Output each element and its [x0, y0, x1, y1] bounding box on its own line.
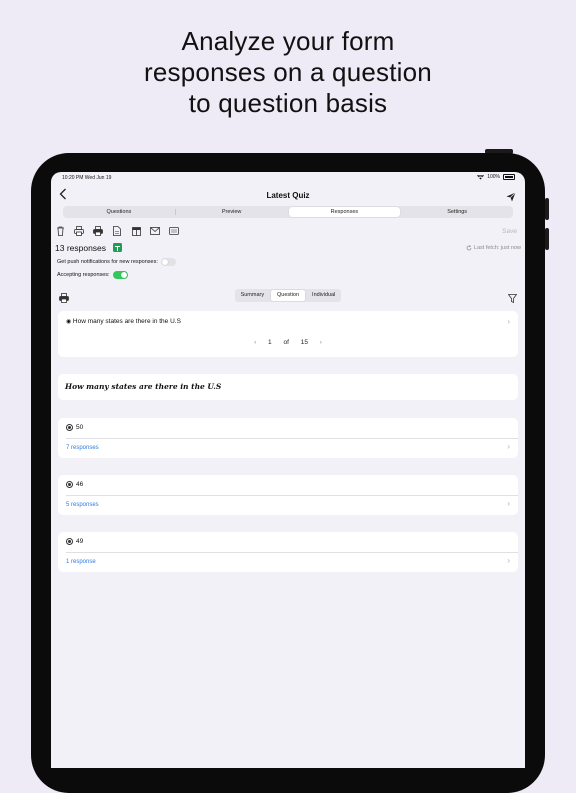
mail-icon [150, 227, 160, 235]
previous-question-button[interactable]: ‹ [254, 339, 256, 346]
response-toolbar [54, 225, 180, 237]
accepting-responses-label: Accepting responses: [57, 272, 110, 278]
last-fetch-label: Last fetch: just now [473, 245, 521, 251]
push-notification-label: Get push notifications for new responses… [57, 259, 158, 265]
chevron-right-icon[interactable]: › [507, 442, 510, 451]
print-all-icon [93, 226, 103, 236]
view-summary[interactable]: Summary [235, 290, 270, 301]
paper-plane-icon [506, 192, 516, 202]
tab-responses[interactable]: Responses [288, 207, 401, 217]
card-view-button[interactable] [168, 225, 180, 237]
status-indicators: 100% [477, 174, 515, 180]
next-question-button[interactable]: › [320, 339, 322, 346]
status-time: 10:20 PM Wed Jun 19 [62, 175, 112, 181]
view-question[interactable]: Question [270, 290, 306, 301]
pager-of-label: of [283, 339, 289, 346]
option-value: 46 [76, 481, 84, 488]
question-selector-card: ◉ How many states are there in the U.S ›… [58, 311, 518, 357]
export-document-button[interactable] [111, 225, 123, 237]
accepting-responses-toggle[interactable] [112, 271, 128, 279]
device-volume-up-button [545, 198, 549, 220]
last-fetch-status[interactable]: Last fetch: just now [466, 245, 521, 251]
question-pager: ‹ 1 of 15 › [58, 339, 518, 346]
document-icon [113, 226, 121, 236]
battery-icon [503, 174, 515, 180]
export-table-button[interactable] [130, 225, 142, 237]
option-responses-link[interactable]: 1 response [66, 559, 96, 565]
option-card-1: 50 7 responses › [58, 418, 518, 458]
question-title: How many states are there in the U.S [65, 382, 222, 391]
tab-settings[interactable]: Settings [401, 206, 513, 218]
option-header: 46 [66, 481, 83, 488]
nav-bar: Latest Quiz [51, 186, 525, 204]
radio-button-icon [66, 538, 73, 545]
chevron-right-icon[interactable]: › [507, 556, 510, 565]
print-button[interactable] [73, 225, 85, 237]
card-icon [169, 227, 179, 235]
wifi-icon [477, 174, 485, 180]
option-value: 49 [76, 538, 84, 545]
send-button[interactable] [506, 189, 516, 207]
print-response-button[interactable] [59, 290, 69, 308]
question-title-card: How many states are there in the U.S [58, 374, 518, 400]
chevron-right-icon: › [507, 317, 510, 326]
email-button[interactable] [149, 225, 161, 237]
chevron-right-icon[interactable]: › [507, 499, 510, 508]
tab-questions[interactable]: Questions [63, 206, 175, 218]
option-divider [66, 495, 518, 496]
total-questions: 15 [300, 339, 308, 346]
save-button[interactable]: Save [502, 228, 517, 235]
tab-preview[interactable]: Preview [176, 206, 288, 218]
option-divider [66, 438, 518, 439]
filter-button[interactable] [507, 290, 518, 308]
refresh-icon [466, 245, 472, 251]
trash-icon [56, 226, 64, 236]
spreadsheet-icon[interactable] [113, 243, 122, 252]
headline-line-2: responses on a question [144, 57, 432, 87]
battery-percent: 100% [487, 174, 500, 180]
view-individual[interactable]: Individual [306, 290, 341, 301]
main-tabs: Questions Preview Responses Settings [63, 206, 513, 218]
option-divider [66, 552, 518, 553]
page-title: Latest Quiz [266, 191, 310, 200]
option-header: 50 [66, 424, 83, 431]
print-all-button[interactable] [92, 225, 104, 237]
device-volume-down-button [545, 228, 549, 250]
option-responses-link[interactable]: 7 responses [66, 445, 99, 451]
table-icon [131, 226, 141, 236]
promo-headline: Analyze your form responses on a questio… [0, 26, 576, 119]
question-selector[interactable]: ◉ How many states are there in the U.S › [58, 311, 518, 333]
option-value: 50 [76, 424, 84, 431]
radio-button-icon [66, 481, 73, 488]
option-card-3: 49 1 response › [58, 532, 518, 572]
headline-line-3: to question basis [188, 88, 388, 118]
headline-line-1: Analyze your form [181, 26, 395, 56]
view-mode-selector: Summary Question Individual [235, 289, 341, 302]
radio-button-icon: ◉ [66, 319, 73, 325]
status-bar: 10:20 PM Wed Jun 19 100% [51, 172, 525, 184]
option-card-2: 46 5 responses › [58, 475, 518, 515]
option-header: 49 [66, 538, 83, 545]
question-selector-label: How many states are there in the U.S [72, 318, 181, 325]
delete-button[interactable] [54, 225, 66, 237]
push-notification-row: Get push notifications for new responses… [57, 258, 176, 266]
filter-icon [507, 294, 518, 304]
option-responses-link[interactable]: 5 responses [66, 502, 99, 508]
print-icon [74, 226, 84, 236]
push-notification-toggle[interactable] [160, 258, 176, 266]
print-icon [59, 293, 69, 303]
radio-button-icon [66, 424, 73, 431]
accepting-responses-row: Accepting responses: [57, 271, 128, 279]
response-count: 13 responses [55, 243, 107, 253]
app-screen: 10:20 PM Wed Jun 19 100% Latest Quiz Que… [51, 172, 525, 768]
question-selector-text: ◉ How many states are there in the U.S [66, 318, 181, 325]
current-question-number: 1 [268, 339, 272, 346]
